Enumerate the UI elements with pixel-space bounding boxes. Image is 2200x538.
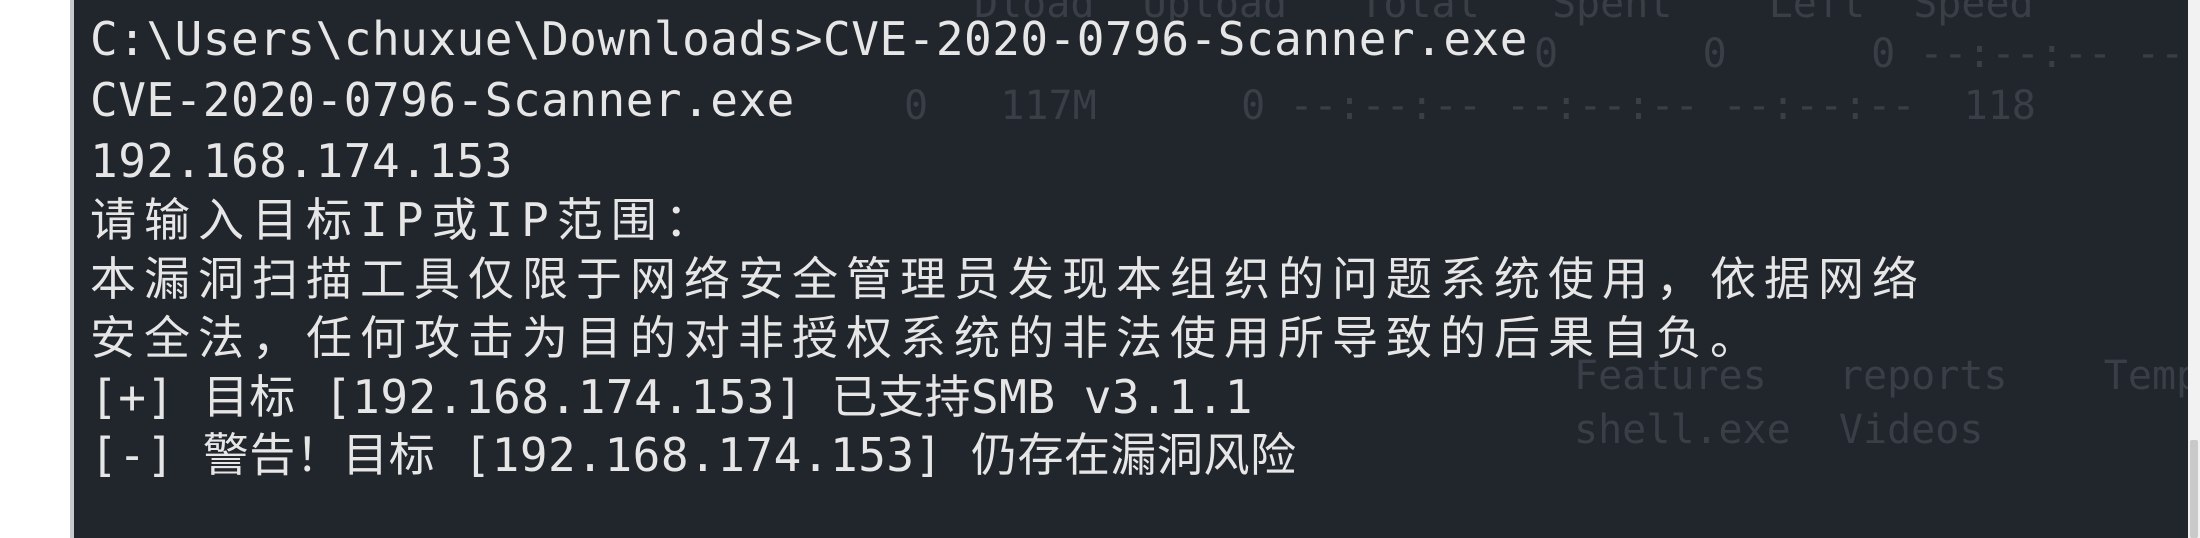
terminal-line-result-warning: [-] 警告！目标 [192.168.174.153] 仍存在漏洞风险 <box>90 428 1297 482</box>
terminal-line-result-smb: [+] 目标 [192.168.174.153] 已支持SMB v3.1.1 <box>90 370 1253 424</box>
ghost-text-row-3: 0 117M 0 --:--:-- --:--:-- --:--:-- 118 <box>904 83 2036 129</box>
ghost-text-row-2: 0 0 0 --:--:-- --:--:-- --:--:-- <box>1534 31 2188 77</box>
terminal-line-ip-input: 192.168.174.153 <box>90 134 513 188</box>
ghost-text-row-5: shell.exe Videos <box>1574 407 1984 453</box>
terminal-line-disclaimer-1: 本漏洞扫描工具仅限于网络安全管理员发现本组织的问题系统使用，依据网络 <box>90 252 1926 306</box>
scrollbar-thumb[interactable] <box>2190 440 2198 538</box>
terminal-line-echo: CVE-2020-0796-Scanner.exe <box>90 73 795 127</box>
screenshot-frame: Dload Upload Total Spent Left Speed 0 0 … <box>0 0 2200 538</box>
terminal-line-prompt: 请输入目标IP或IP范围： <box>90 193 719 247</box>
terminal-line-disclaimer-2: 安全法，任何攻击为目的对非授权系统的非法使用所导致的后果自负。 <box>90 311 1764 365</box>
terminal-window[interactable]: Dload Upload Total Spent Left Speed 0 0 … <box>74 0 2188 538</box>
terminal-line-command: C:\Users\chuxue\Downloads>CVE-2020-0796-… <box>90 12 1528 66</box>
